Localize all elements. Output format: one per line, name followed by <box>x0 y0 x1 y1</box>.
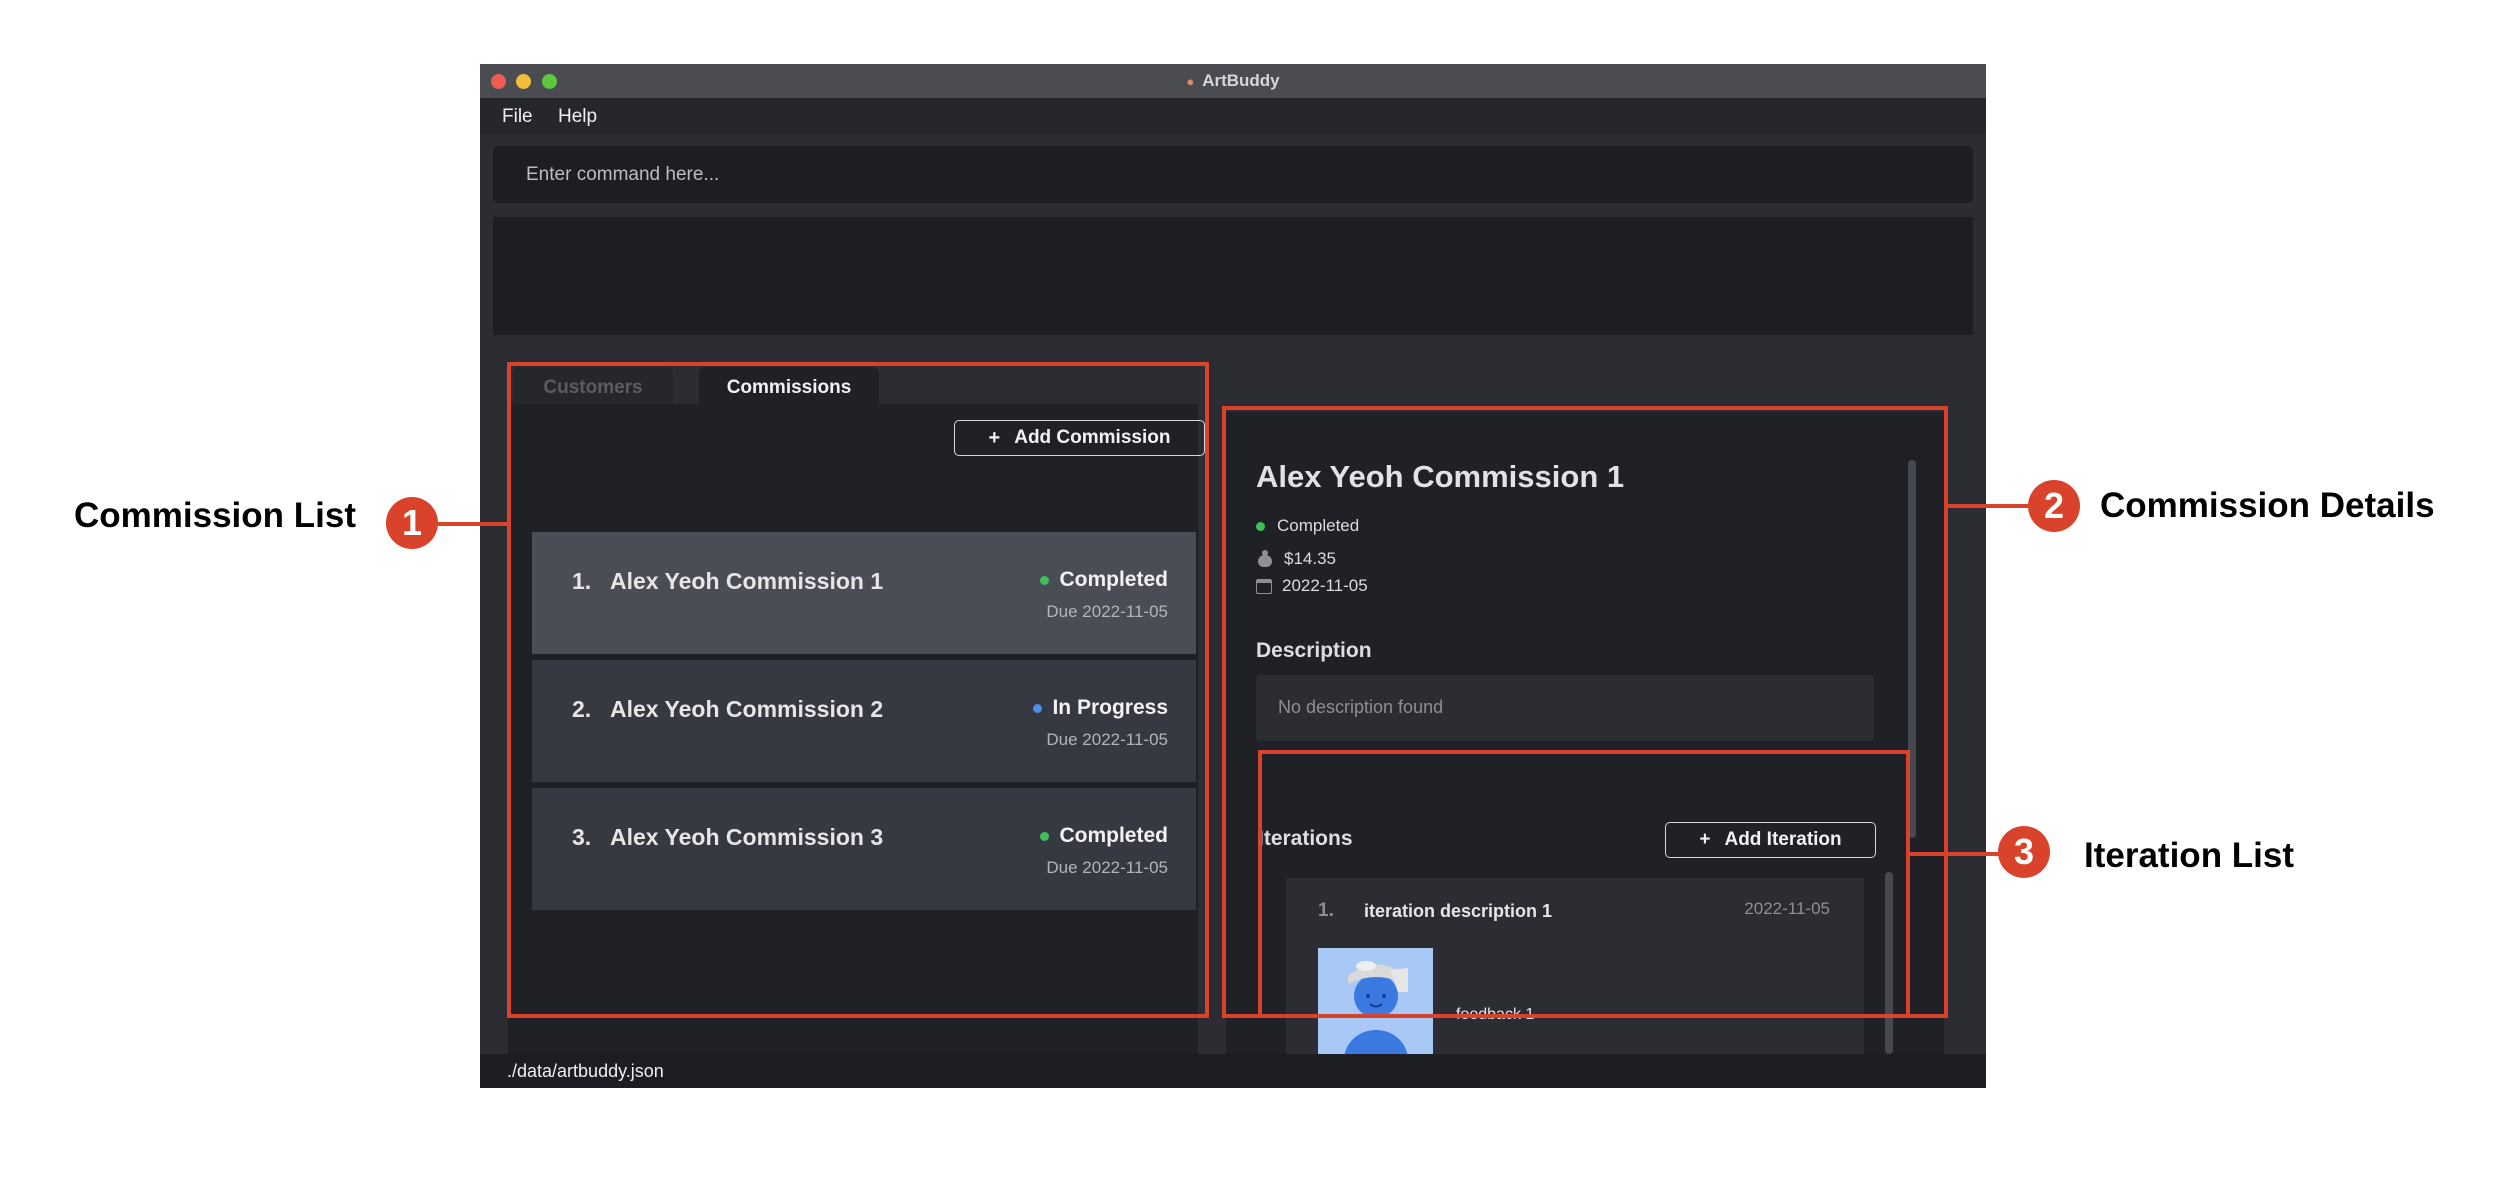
window-title-text: ArtBuddy <box>1202 71 1280 90</box>
callout-badge-2: 2 <box>2028 480 2080 532</box>
data-file-path: ./data/artbuddy.json <box>507 1061 664 1081</box>
command-box <box>493 146 1973 203</box>
title-bar[interactable]: ● ArtBuddy <box>480 64 1986 98</box>
iteration-list-highlight <box>1258 750 1910 1018</box>
commission-list-highlight <box>507 362 1209 1018</box>
window-title: ● ArtBuddy <box>480 64 1986 98</box>
menu-help[interactable]: Help <box>558 106 597 128</box>
callout-label-commission-details: Commission Details <box>2100 486 2435 525</box>
status-bar: ./data/artbuddy.json <box>480 1054 1986 1088</box>
callout-line-1 <box>432 522 509 526</box>
callout-label-iteration-list: Iteration List <box>2084 836 2295 875</box>
palette-icon: ● <box>1186 73 1195 89</box>
callout-line-3 <box>1908 852 2002 856</box>
result-display <box>493 217 1973 335</box>
callout-badge-1: 1 <box>386 497 438 549</box>
menu-bar: File Help <box>480 98 1986 134</box>
callout-label-commission-list: Commission List <box>74 496 356 535</box>
menu-file[interactable]: File <box>502 106 533 128</box>
callout-badge-3: 3 <box>1998 826 2050 878</box>
callout-line-2 <box>1946 504 2032 508</box>
command-input[interactable] <box>493 146 1973 203</box>
